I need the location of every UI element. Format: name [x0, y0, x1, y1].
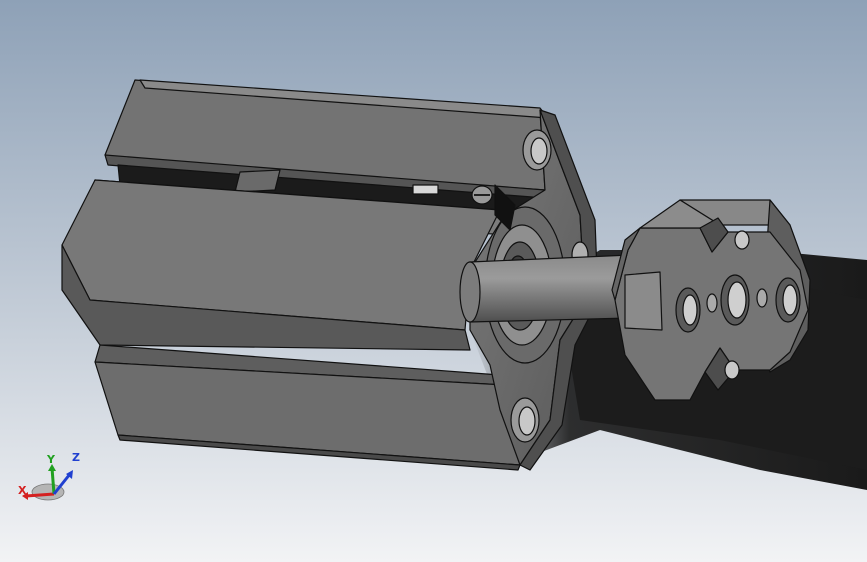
block-hole-small-left: [706, 293, 718, 313]
piston-rod: [459, 254, 631, 323]
block-hole-left-inner: [682, 294, 698, 326]
block-hole-top: [734, 230, 750, 250]
y-axis-label: Y: [47, 453, 55, 466]
z-axis-label: Z: [72, 451, 80, 464]
x-axis-label: X: [18, 484, 27, 497]
reference-triad[interactable]: X Y Z: [16, 448, 86, 510]
y-axis-arrow: [50, 467, 56, 495]
top-mount-hole-inner: [530, 137, 548, 165]
cad-scene[interactable]: [0, 0, 867, 562]
block-hole-bottom: [724, 360, 740, 380]
block-hole-right-inner: [782, 284, 798, 316]
rod-end-left: [459, 261, 481, 323]
rod-shaft: [469, 254, 631, 323]
rod-collar: [624, 271, 663, 331]
block-hole-center-inner: [727, 281, 747, 319]
sensor-label: [412, 184, 439, 195]
graphics-viewport[interactable]: X Y Z: [0, 0, 867, 562]
block-hole-small-right: [756, 288, 768, 308]
bottom-mount-hole-inner: [518, 406, 536, 436]
x-axis-arrow: [25, 492, 55, 498]
slot-highlight: [234, 169, 281, 193]
